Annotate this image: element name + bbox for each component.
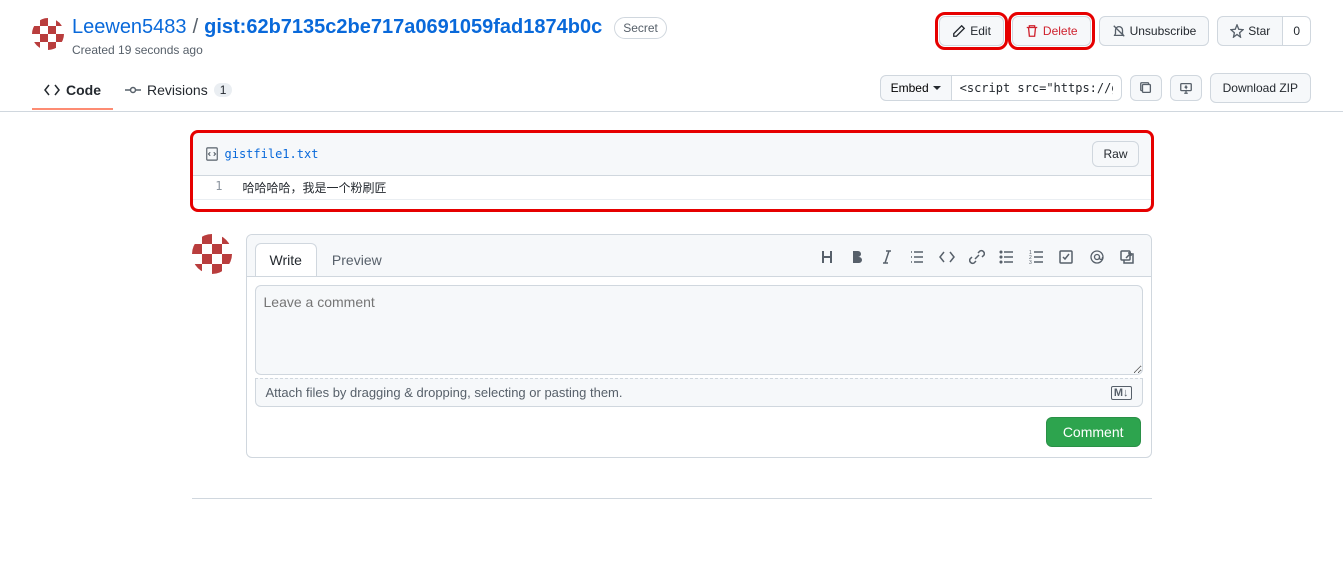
link-icon[interactable] [969,249,985,265]
path-separator: / [193,16,199,39]
download-zip-button[interactable]: Download ZIP [1210,73,1311,103]
star-button[interactable]: Star [1217,16,1283,46]
code-icon[interactable] [939,249,955,265]
code-line: 1 哈哈哈哈，我是一个粉刷匠 [193,176,1151,199]
markdown-badge-icon[interactable]: M↓ [1111,386,1132,400]
avatar[interactable] [32,18,64,50]
code-icon [44,82,60,98]
delete-button[interactable]: Delete [1012,16,1091,46]
edit-button[interactable]: Edit [939,16,1004,46]
gist-title: Leewen5483 / gist:62b7135c2be717a0691059… [72,16,939,39]
secret-badge: Secret [614,17,667,39]
tab-code[interactable]: Code [32,74,113,110]
embed-script-input[interactable] [952,75,1122,101]
svg-text:3: 3 [1029,260,1032,265]
caret-down-icon [933,84,941,92]
attach-hint[interactable]: Attach files by dragging & dropping, sel… [255,378,1143,407]
heading-icon[interactable] [819,249,835,265]
desktop-download-button[interactable] [1170,75,1202,101]
line-number: 1 [193,176,233,199]
list-ol-icon[interactable]: 123 [1029,249,1045,265]
trash-icon [1025,24,1039,38]
bell-slash-icon [1112,24,1126,38]
list-ul-icon[interactable] [999,249,1015,265]
italic-icon[interactable] [879,249,895,265]
star-count[interactable]: 0 [1283,16,1311,46]
tasklist-icon[interactable] [1059,249,1075,265]
username-link[interactable]: Leewen5483 [72,16,187,39]
unsubscribe-button[interactable]: Unsubscribe [1099,16,1210,46]
bold-icon[interactable] [849,249,865,265]
file-code-icon [205,147,219,161]
gist-name-link[interactable]: gist:62b7135c2be717a0691059fad1874b0c [204,16,602,39]
git-commit-icon [125,82,141,98]
avatar[interactable] [192,234,232,274]
comment-submit-button[interactable]: Comment [1046,417,1141,447]
file-box: gistfile1.txt Raw 1 哈哈哈哈，我是一个粉刷匠 [192,132,1152,210]
line-content: 哈哈哈哈，我是一个粉刷匠 [233,176,387,199]
revisions-count: 1 [214,83,233,97]
markdown-toolbar: 123 [819,249,1143,271]
quote-icon[interactable] [909,249,925,265]
star-icon [1230,24,1244,38]
copy-icon [1139,81,1153,95]
created-meta: Created 19 seconds ago [72,43,939,57]
tab-write[interactable]: Write [255,243,317,276]
desktop-download-icon [1179,81,1193,95]
mention-icon[interactable] [1089,249,1105,265]
cross-reference-icon[interactable] [1119,249,1135,265]
filename-link[interactable]: gistfile1.txt [225,147,319,161]
comment-form: Write Preview 123 Attach [246,234,1152,458]
comment-textarea[interactable] [255,285,1143,375]
embed-dropdown[interactable]: Embed [880,75,952,101]
tab-revisions[interactable]: Revisions 1 [113,74,244,110]
copy-button[interactable] [1130,75,1162,101]
pencil-icon [952,24,966,38]
tab-preview[interactable]: Preview [317,243,397,276]
divider [192,498,1152,499]
raw-button[interactable]: Raw [1092,141,1138,167]
